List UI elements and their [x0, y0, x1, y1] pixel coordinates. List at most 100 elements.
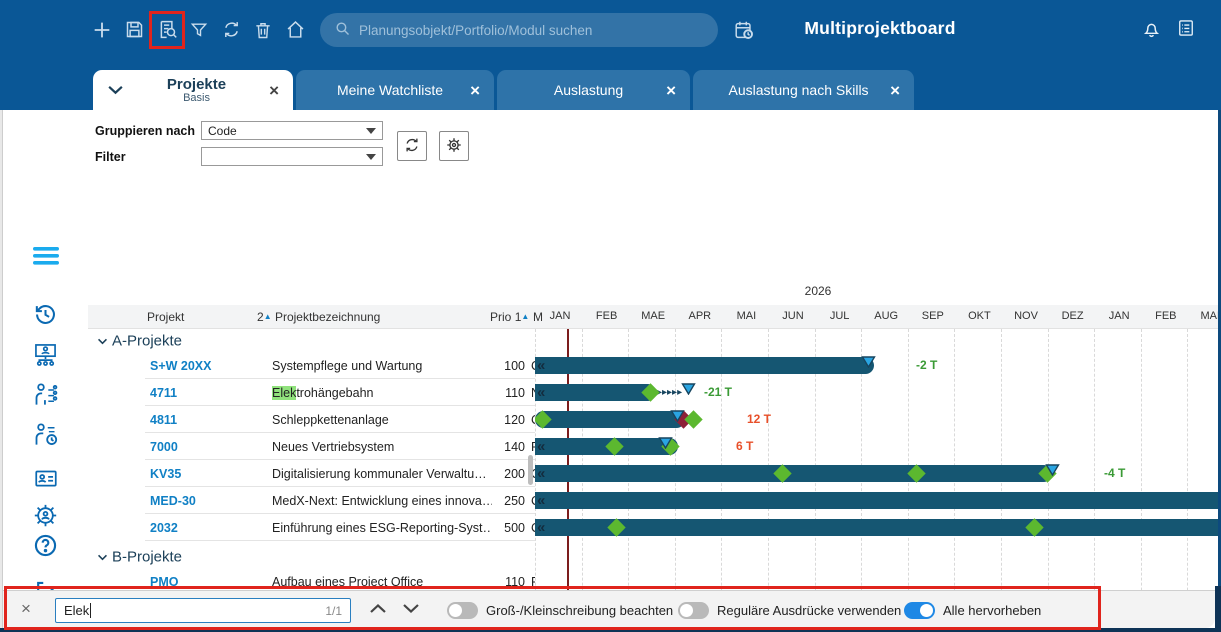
toggle-label: Reguläre Ausdrücke verwenden	[717, 603, 901, 618]
close-tab-icon[interactable]: ×	[269, 82, 279, 99]
chevron-down-icon[interactable]	[107, 82, 124, 98]
filter-select[interactable]	[201, 147, 383, 166]
month-label: JAN	[1109, 310, 1130, 322]
gantt-bar[interactable]	[535, 384, 656, 401]
tab-projekte[interactable]: ProjekteBasis×	[93, 70, 293, 110]
close-find-button[interactable]: ×	[21, 599, 31, 619]
delete-button[interactable]	[250, 18, 276, 44]
table-row[interactable]: KV35Digitalisierung kommunaler Verwaltu……	[88, 460, 1218, 487]
project-code[interactable]: MED-30	[150, 494, 196, 508]
month-label: NOV	[1014, 310, 1038, 322]
project-code[interactable]: S+W 20XX	[150, 359, 212, 373]
col-header-prio[interactable]: Prio 1▲	[490, 310, 529, 324]
panel-list-button[interactable]	[1176, 18, 1196, 44]
project-code[interactable]: KV35	[150, 467, 181, 481]
continues-left-icon: «	[537, 519, 545, 536]
id-card-icon	[33, 465, 59, 496]
close-tab-icon[interactable]: ×	[666, 82, 676, 99]
search-icon	[334, 20, 351, 40]
toggle-switch[interactable]	[678, 602, 709, 619]
sidebar-item-person-schedule[interactable]	[3, 420, 88, 454]
close-tab-icon[interactable]: ×	[890, 82, 900, 99]
gantt-bar[interactable]	[535, 411, 685, 428]
refresh-icon	[221, 19, 242, 43]
menu-button[interactable]	[3, 241, 88, 275]
sidebar-item-org-chart[interactable]	[3, 340, 88, 374]
group-by-select[interactable]: Code	[201, 121, 383, 140]
deadline-triangle-icon[interactable]	[861, 355, 876, 373]
save-button[interactable]	[121, 18, 147, 44]
row-left: 4811Schleppkettenanlage120C	[88, 406, 535, 433]
toggle-switch[interactable]	[904, 602, 935, 619]
project-table: A-ProjekteS+W 20XXSystempflege und Wartu…	[88, 329, 1218, 590]
table-scrollbar[interactable]	[528, 455, 533, 485]
sidebar-item-history[interactable]	[3, 300, 88, 334]
table-row[interactable]: S+W 20XXSystempflege und Wartung100C«-2 …	[88, 352, 1218, 379]
sidebar-item-help[interactable]	[3, 531, 88, 565]
col-header-project[interactable]: Projekt	[147, 310, 184, 324]
tab-auslastung[interactable]: Auslastung×	[497, 70, 690, 110]
table-row[interactable]: 4711Elektrohängebahn110N«▸▸▸▸▸-21 T	[88, 379, 1218, 406]
gantt-bar[interactable]	[535, 519, 1218, 536]
gantt-row: «	[535, 487, 1218, 514]
schedule-button[interactable]	[731, 18, 757, 44]
deadline-triangle-icon[interactable]	[658, 436, 673, 454]
gantt-bar[interactable]	[535, 465, 1052, 482]
close-tab-icon[interactable]: ×	[470, 82, 480, 99]
calendar-clock-icon	[733, 19, 755, 44]
sidebar-item-id-card[interactable]	[3, 463, 88, 497]
app-window: Planungsobjekt/Portfolio/Modul suchen Mu…	[0, 0, 1221, 632]
table-row[interactable]: 7000Neues Vertriebsystem140F«6 T	[88, 433, 1218, 460]
month-label: OKT	[968, 310, 991, 322]
table-row[interactable]: PMOAufbau eines Project Office110F	[88, 568, 1218, 590]
find-option: Reguläre Ausdrücke verwenden	[678, 591, 901, 629]
chevron-down-icon[interactable]	[97, 548, 108, 566]
gantt-bar[interactable]	[535, 492, 1218, 509]
gantt-row	[535, 568, 1218, 590]
notifications-button[interactable]	[1141, 18, 1162, 44]
deadline-triangle-icon[interactable]	[670, 409, 685, 427]
new-button[interactable]	[89, 18, 115, 44]
gantt-row: «6 T	[535, 433, 1218, 460]
continues-left-icon: «	[537, 438, 545, 455]
global-search-input[interactable]: Planungsobjekt/Portfolio/Modul suchen	[320, 13, 718, 47]
table-row[interactable]: MED-30MedX-Next: Entwicklung eines innov…	[88, 487, 1218, 514]
toggle-switch[interactable]	[447, 602, 478, 619]
deadline-triangle-icon[interactable]	[681, 382, 696, 400]
project-code[interactable]: 7000	[150, 440, 178, 454]
sidebar-item-resources[interactable]	[3, 380, 88, 414]
refresh-button[interactable]	[218, 18, 244, 44]
group-row[interactable]: B-Projekte	[88, 545, 1218, 568]
tab-auslastung-nach-skills[interactable]: Auslastung nach Skills×	[693, 70, 914, 110]
group-row[interactable]: A-Projekte	[88, 329, 1218, 352]
chevron-down-icon[interactable]	[97, 332, 108, 350]
view-settings-button[interactable]	[439, 131, 469, 161]
row-left: S+W 20XXSystempflege und Wartung100C	[88, 352, 535, 379]
col-header-name[interactable]: 2▲ Projektbezeichnung	[257, 310, 380, 324]
find-input[interactable]: Elek 1/1	[55, 598, 351, 623]
module-search-button[interactable]	[154, 18, 180, 44]
home-button[interactable]	[282, 18, 308, 44]
project-code[interactable]: 2032	[150, 521, 178, 535]
project-prio: 200	[458, 467, 525, 481]
tab-title: Projekte	[124, 77, 269, 92]
table-row[interactable]: 4811Schleppkettenanlage120C12 T	[88, 406, 1218, 433]
tab-meine-watchliste[interactable]: Meine Watchliste×	[296, 70, 494, 110]
project-code[interactable]: 4811	[150, 413, 177, 427]
project-code[interactable]: PMO	[150, 575, 178, 589]
deadline-triangle-icon[interactable]	[1045, 463, 1060, 481]
match-counter: 1/1	[325, 604, 342, 618]
hamburger-icon	[33, 246, 59, 271]
find-next-button[interactable]	[402, 601, 420, 619]
gantt-bar[interactable]	[535, 357, 874, 374]
project-code[interactable]: 4711	[150, 386, 177, 400]
project-name: Schleppkettenanlage	[272, 413, 389, 427]
table-row[interactable]: 2032Einführung eines ESG-Reporting-Syst……	[88, 514, 1218, 541]
trash-icon	[253, 20, 273, 43]
reload-view-button[interactable]	[397, 131, 427, 161]
filter-button[interactable]	[186, 18, 212, 44]
project-prio: 500	[458, 521, 525, 535]
find-previous-button[interactable]	[369, 601, 387, 619]
sidebar-item-settings[interactable]	[3, 501, 88, 535]
month-label: FEB	[596, 310, 617, 322]
